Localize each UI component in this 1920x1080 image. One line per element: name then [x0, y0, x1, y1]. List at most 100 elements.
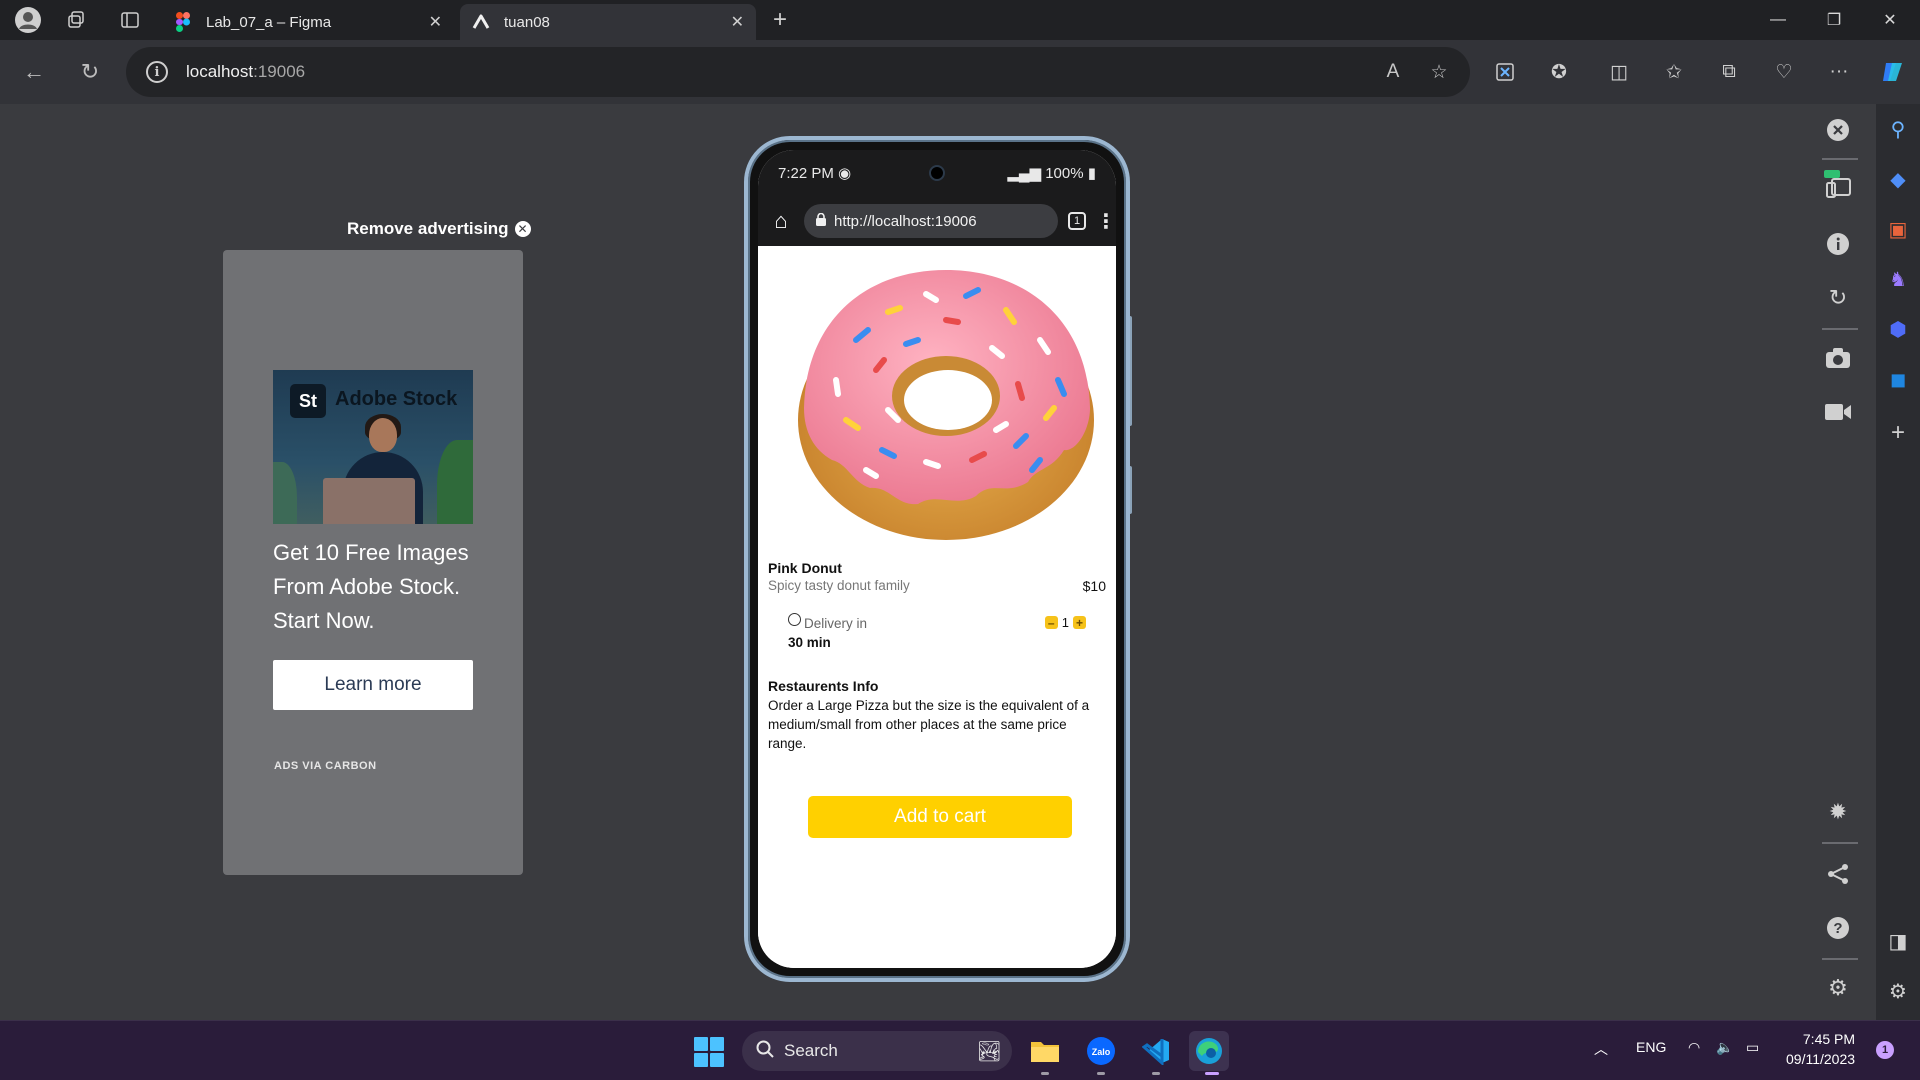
- copilot-icon[interactable]: [1877, 56, 1909, 88]
- device-toolbar-icon[interactable]: [1822, 168, 1854, 200]
- wifi-icon[interactable]: ◠: [1688, 1039, 1700, 1056]
- phone-frame: 7:22 PM ◉ ▂▄▆ 100% ▮ ⌂ http://localhost:…: [744, 136, 1130, 982]
- taskbar-search-box[interactable]: Search 🏞: [742, 1031, 1012, 1071]
- tab-tuan08[interactable]: tuan08 ✕: [460, 4, 756, 40]
- favorite-star-icon[interactable]: ☆: [1426, 59, 1452, 85]
- brightness-icon[interactable]: ✹: [1822, 796, 1854, 828]
- product-name: Pink Donut: [768, 560, 842, 576]
- ad-image[interactable]: St Adobe Stock: [273, 370, 473, 524]
- settings-gear-icon[interactable]: ⚙: [1822, 972, 1854, 1004]
- vscode-icon[interactable]: [1136, 1031, 1176, 1071]
- mobile-url-bar: ⌂ http://localhost:19006 1 ⋮: [758, 196, 1116, 246]
- microsoft-365-icon[interactable]: ⬢: [1876, 312, 1920, 346]
- close-circle-icon: ✕: [514, 221, 531, 237]
- tab-figma[interactable]: Lab_07_a – Figma ✕: [162, 4, 454, 40]
- favorites-icon[interactable]: ✩: [1658, 56, 1690, 88]
- svg-text:Zalo: Zalo: [1092, 1047, 1111, 1057]
- lock-icon: [816, 212, 826, 230]
- read-aloud-icon[interactable]: A: [1380, 59, 1406, 85]
- kebab-menu-icon[interactable]: ⋮: [1096, 209, 1116, 234]
- games-icon[interactable]: ♞: [1876, 262, 1920, 296]
- info-icon[interactable]: [1822, 228, 1854, 260]
- share-icon[interactable]: [1822, 858, 1854, 890]
- help-icon[interactable]: ?: [1822, 912, 1854, 944]
- address-bar[interactable]: i localhost:19006 A ☆: [126, 47, 1470, 97]
- running-indicator: [1041, 1072, 1049, 1075]
- plant-shape: [437, 440, 473, 524]
- tab-title: Lab_07_a – Figma: [206, 13, 332, 31]
- person-head-shape: [369, 418, 397, 452]
- browser-essentials-icon[interactable]: ♡: [1768, 56, 1800, 88]
- tab-switcher-button[interactable]: 1: [1068, 212, 1086, 230]
- chevron-up-icon[interactable]: ︿: [1594, 1039, 1608, 1059]
- refresh-button[interactable]: ↻: [70, 52, 110, 92]
- donut-image: [798, 270, 1094, 540]
- file-explorer-icon[interactable]: [1025, 1031, 1065, 1071]
- divider: [1822, 842, 1858, 844]
- delivery-time: 30 min: [788, 635, 831, 650]
- site-info-icon[interactable]: i: [146, 61, 168, 83]
- ad-headline[interactable]: Get 10 Free Images From Adobe Stock. Sta…: [273, 536, 493, 638]
- increase-quantity-button[interactable]: +: [1073, 616, 1086, 629]
- learn-more-button[interactable]: Learn more: [273, 660, 473, 710]
- vertical-tabs-icon[interactable]: [108, 0, 152, 40]
- mobile-address-field[interactable]: http://localhost:19006: [804, 204, 1058, 238]
- clock-date: 09/11/2023: [1786, 1051, 1856, 1067]
- restaurant-info-title: Restaurents Info: [768, 678, 879, 694]
- more-menu-icon[interactable]: ···: [1823, 56, 1855, 88]
- decrease-quantity-button[interactable]: –: [1044, 616, 1058, 629]
- search-highlight-icon: 🏞: [976, 1040, 1002, 1063]
- sidebar-toggle-icon[interactable]: ◨: [1876, 924, 1920, 958]
- windows-taskbar: Search 🏞 Zalo ︿ ENG ◠ 🔈 ▭ 7:45 PM 09/11/…: [0, 1020, 1920, 1080]
- notification-badge[interactable]: 1: [1876, 1041, 1894, 1059]
- shopping-tag-icon[interactable]: ◆: [1876, 162, 1920, 196]
- tools-icon[interactable]: ▣: [1876, 212, 1920, 246]
- home-icon[interactable]: ⌂: [768, 208, 794, 234]
- new-tab-button[interactable]: +: [764, 4, 796, 36]
- system-clock[interactable]: 7:45 PM 09/11/2023: [1786, 1029, 1855, 1069]
- phone-status-bar: 7:22 PM ◉ ▂▄▆ 100% ▮: [758, 150, 1116, 196]
- browser-toolbar: ← ↻ i localhost:19006 A ☆ ✪ ◫ ✩ ⧉ ♡ ···: [0, 40, 1920, 104]
- video-camera-icon[interactable]: [1822, 396, 1854, 428]
- running-indicator: [1152, 1072, 1160, 1075]
- sidebar-settings-icon[interactable]: ⚙: [1876, 974, 1920, 1008]
- workspaces-icon[interactable]: [54, 0, 98, 40]
- signal-icon: ▂▄▆: [1007, 165, 1042, 182]
- minimize-button[interactable]: —: [1750, 0, 1806, 40]
- search-icon[interactable]: ⚲: [1876, 112, 1920, 146]
- restore-button[interactable]: ❐: [1806, 0, 1862, 40]
- close-tab-icon[interactable]: ✕: [429, 12, 442, 32]
- product-subtitle: Spicy tasty donut family: [768, 578, 910, 593]
- running-indicator: [1097, 1072, 1105, 1075]
- windows-start-icon[interactable]: [694, 1037, 724, 1067]
- extensions-icon[interactable]: ✪: [1543, 56, 1575, 88]
- outlook-icon[interactable]: ◼: [1876, 362, 1920, 396]
- close-window-button[interactable]: ✕: [1862, 0, 1918, 40]
- close-tab-icon[interactable]: ✕: [731, 12, 744, 32]
- camera-icon[interactable]: [1822, 342, 1854, 374]
- divider: [1822, 328, 1858, 330]
- remove-advertising-link[interactable]: Remove advertising ✕: [347, 219, 531, 239]
- zalo-icon[interactable]: Zalo: [1081, 1031, 1121, 1071]
- split-screen-icon[interactable]: ◫: [1603, 56, 1635, 88]
- close-circle-icon[interactable]: [1822, 114, 1854, 146]
- collections-icon[interactable]: ⧉: [1713, 56, 1745, 88]
- ads-via-carbon-link[interactable]: ADS VIA CARBON: [274, 760, 377, 772]
- svg-text:?: ?: [1833, 920, 1842, 937]
- add-to-cart-button[interactable]: Add to cart: [808, 796, 1072, 838]
- back-button[interactable]: ←: [14, 52, 54, 92]
- address-url: localhost:19006: [186, 62, 306, 81]
- laptop-shape: [323, 478, 415, 524]
- edge-browser-icon[interactable]: [1189, 1031, 1229, 1071]
- clock-icon: [788, 613, 801, 626]
- language-indicator[interactable]: ENG: [1636, 1039, 1666, 1055]
- figma-icon: [174, 12, 192, 32]
- phone-screen: 7:22 PM ◉ ▂▄▆ 100% ▮ ⌂ http://localhost:…: [758, 150, 1116, 968]
- add-icon[interactable]: +: [1876, 416, 1920, 450]
- rotate-icon[interactable]: ↻: [1822, 282, 1854, 314]
- clock-time: 7:45 PM: [1802, 1031, 1856, 1047]
- volume-icon[interactable]: 🔈: [1716, 1039, 1733, 1056]
- battery-icon[interactable]: ▭: [1746, 1039, 1759, 1056]
- profile-avatar-icon[interactable]: [6, 0, 50, 40]
- excel-extension-icon[interactable]: [1489, 56, 1521, 88]
